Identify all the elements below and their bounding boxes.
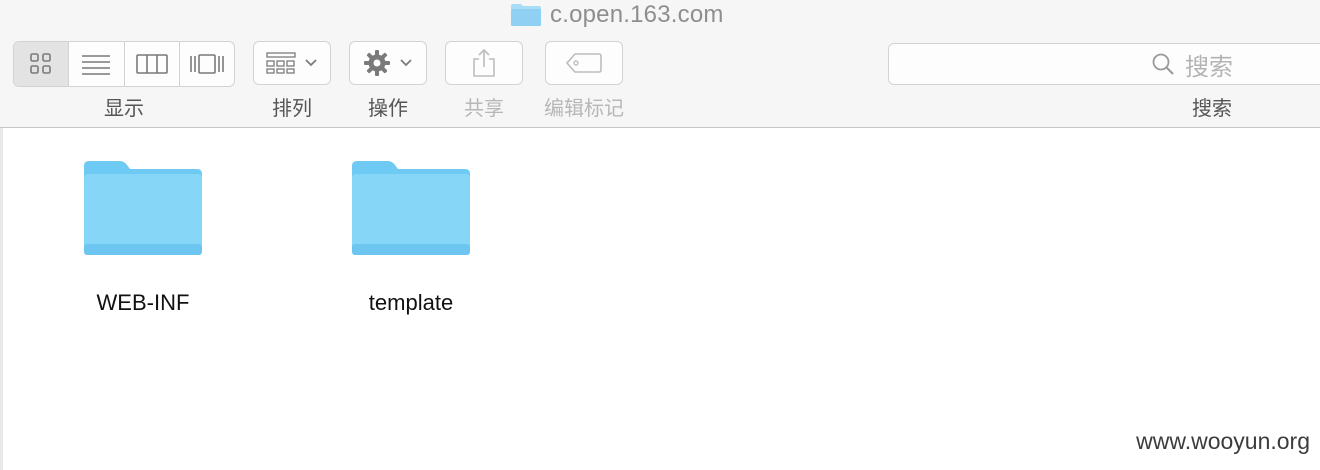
view-label: 显示 [104, 98, 144, 120]
folder-item-web-inf[interactable]: WEB-INF [73, 158, 213, 316]
action-button[interactable] [349, 41, 427, 85]
chevron-down-icon [305, 59, 317, 67]
folder-icon [352, 161, 470, 255]
finder-toolbar: c.open.163.com 显示 排列 操作 共享 编辑标记 搜索 搜索 [0, 0, 1320, 128]
edit-tags-button[interactable] [545, 41, 623, 85]
window-title: c.open.163.com [550, 1, 724, 28]
arrange-grid-icon [266, 52, 296, 74]
column-view-button[interactable] [125, 42, 180, 86]
share-label: 共享 [464, 98, 504, 120]
list-lines-icon [82, 55, 111, 75]
search-field[interactable]: 搜索 [888, 43, 1320, 85]
share-button[interactable] [445, 41, 523, 85]
cover-flow-icon [190, 54, 224, 74]
search-placeholder: 搜索 [1185, 53, 1233, 81]
folder-name: template [368, 290, 454, 315]
gear-icon [364, 50, 390, 76]
list-view-button[interactable] [69, 42, 125, 86]
search-label: 搜索 [1192, 98, 1232, 120]
sidebar-edge [0, 128, 3, 470]
share-icon [473, 48, 495, 77]
view-mode-segmented-control[interactable] [13, 41, 235, 87]
tag-icon [566, 53, 602, 73]
folder-icon [511, 4, 541, 26]
search-icon [1152, 53, 1174, 75]
icon-view-button[interactable] [14, 42, 70, 86]
watermark: www.wooyun.org [1136, 428, 1310, 454]
arrange-label: 排列 [272, 98, 312, 120]
chevron-down-icon [400, 59, 412, 67]
window-title-bar: c.open.163.com [510, 0, 724, 30]
columns-icon [135, 54, 168, 74]
folder-item-template[interactable]: template [341, 158, 481, 316]
edit-tags-label: 编辑标记 [544, 98, 624, 120]
icon-grid-icon [30, 53, 51, 74]
cover-flow-view-button[interactable] [180, 42, 234, 86]
folder-name: WEB-INF [96, 290, 190, 315]
arrange-button[interactable] [253, 41, 331, 85]
action-label: 操作 [368, 98, 408, 120]
folder-icon [84, 161, 202, 255]
